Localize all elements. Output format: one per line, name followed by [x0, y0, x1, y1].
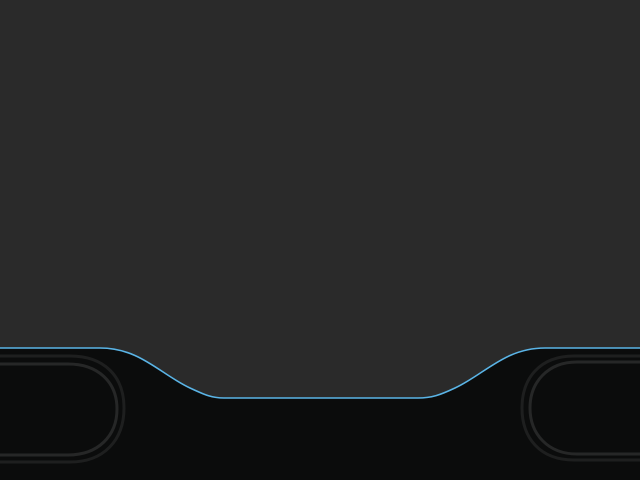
device-screen — [0, 0, 640, 480]
bar-background — [0, 348, 640, 480]
bottom-soft-key-bar — [0, 0, 640, 480]
bottom-bar-graphic — [0, 347, 640, 480]
